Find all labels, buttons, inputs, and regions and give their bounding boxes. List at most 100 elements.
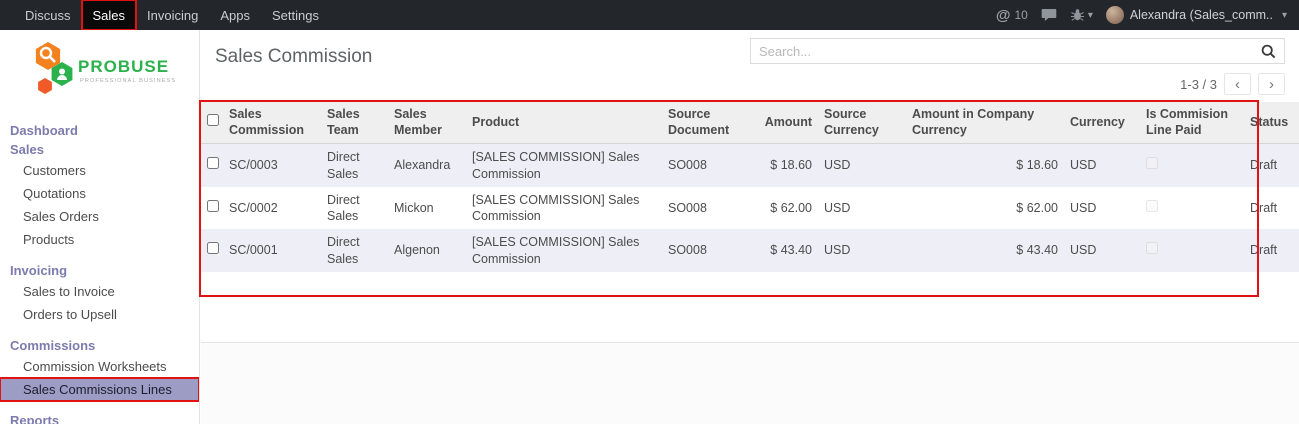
is-paid-checkbox: [1146, 157, 1158, 169]
content-bottom-area: [201, 342, 1299, 424]
sidebar: PROBUSE PROFESSIONAL BUSINESS Dashboard …: [0, 30, 200, 424]
cell-currency: USD: [1064, 229, 1140, 272]
pager-next-button[interactable]: ›: [1258, 73, 1285, 95]
cell-company-amount: $ 62.00: [906, 187, 1064, 230]
col-product[interactable]: Product: [466, 102, 662, 144]
cell-product: [SALES COMMISSION] Sales Commission: [466, 229, 662, 272]
cell-status: Draft: [1244, 229, 1299, 272]
cell-sales-member: Algenon: [388, 229, 466, 272]
cell-source-currency: USD: [818, 229, 906, 272]
cell-sales-commission: SC/0003: [223, 144, 321, 187]
cell-amount: $ 18.60: [758, 144, 818, 187]
cell-product: [SALES COMMISSION] Sales Commission: [466, 144, 662, 187]
menu-discuss[interactable]: Discuss: [14, 0, 82, 30]
cell-currency: USD: [1064, 187, 1140, 230]
cell-sales-member: Alexandra: [388, 144, 466, 187]
search-icon[interactable]: [1261, 44, 1276, 59]
sidebar-section-reports[interactable]: Reports: [0, 411, 199, 424]
main-content: Sales Commission 1-3 / 3 ‹ › Sale: [201, 30, 1299, 424]
table-row[interactable]: SC/0003 Direct Sales Alexandra [SALES CO…: [201, 144, 1299, 187]
cell-source-document: SO008: [662, 144, 758, 187]
row-select-checkbox[interactable]: [207, 242, 219, 254]
sidebar-item-quotations[interactable]: Quotations: [0, 182, 199, 205]
table-footer-space: [201, 272, 1299, 317]
cell-source-document: SO008: [662, 187, 758, 230]
col-status[interactable]: Status: [1244, 102, 1299, 144]
user-name: Alexandra (Sales_comm..: [1130, 8, 1273, 22]
select-all-checkbox[interactable]: [207, 114, 219, 126]
cell-source-document: SO008: [662, 229, 758, 272]
cell-sales-team: Direct Sales: [321, 187, 388, 230]
menu-sales[interactable]: Sales: [82, 0, 137, 30]
app-menus: Discuss Sales Invoicing Apps Settings: [0, 0, 330, 30]
cell-sales-commission: SC/0002: [223, 187, 321, 230]
control-panel: Sales Commission 1-3 / 3 ‹ ›: [201, 30, 1299, 95]
avatar: [1106, 6, 1124, 24]
activities-menu[interactable]: @ 10: [996, 7, 1028, 24]
sidebar-section-dashboard[interactable]: Dashboard: [0, 121, 199, 140]
cell-sales-member: Mickon: [388, 187, 466, 230]
col-sales-team[interactable]: Sales Team: [321, 102, 388, 144]
chevron-down-icon: ▾: [1282, 10, 1287, 21]
cell-status: Draft: [1244, 187, 1299, 230]
menu-invoicing[interactable]: Invoicing: [136, 0, 209, 30]
cell-sales-team: Direct Sales: [321, 144, 388, 187]
debug-bug-icon[interactable]: ▾: [1070, 8, 1093, 22]
cell-currency: USD: [1064, 144, 1140, 187]
sidebar-section-invoicing[interactable]: Invoicing: [0, 261, 199, 280]
mention-icon: @: [996, 7, 1011, 24]
sidebar-nav: Dashboard Sales Customers Quotations Sal…: [0, 121, 199, 424]
top-navbar: Discuss Sales Invoicing Apps Settings @ …: [0, 0, 1299, 30]
cell-source-currency: USD: [818, 144, 906, 187]
systray: @ 10 ▾ Alexandra (Sales_comm.. ▾: [996, 0, 1299, 30]
col-sales-member[interactable]: Sales Member: [388, 102, 466, 144]
search-input[interactable]: [759, 44, 1261, 59]
svg-text:PROFESSIONAL BUSINESS: PROFESSIONAL BUSINESS: [80, 78, 176, 84]
table-row[interactable]: SC/0001 Direct Sales Algenon [SALES COMM…: [201, 229, 1299, 272]
cell-company-amount: $ 18.60: [906, 144, 1064, 187]
pager-range: 1-3 / 3: [1180, 77, 1217, 92]
messages-icon[interactable]: [1041, 8, 1057, 22]
cell-source-currency: USD: [818, 187, 906, 230]
sidebar-section-sales[interactable]: Sales: [0, 140, 199, 159]
cell-company-amount: $ 43.40: [906, 229, 1064, 272]
is-paid-checkbox: [1146, 200, 1158, 212]
sidebar-item-sales-commissions-lines[interactable]: Sales Commissions Lines: [0, 378, 199, 401]
table-row[interactable]: SC/0002 Direct Sales Mickon [SALES COMMI…: [201, 187, 1299, 230]
col-source-document[interactable]: Source Document: [662, 102, 758, 144]
pager-previous-button[interactable]: ‹: [1224, 73, 1251, 95]
user-menu[interactable]: Alexandra (Sales_comm.. ▾: [1106, 6, 1287, 24]
sidebar-item-orders-to-upsell[interactable]: Orders to Upsell: [0, 303, 199, 326]
col-amount[interactable]: Amount: [758, 102, 818, 144]
sidebar-item-customers[interactable]: Customers: [0, 159, 199, 182]
select-all-cell: [201, 102, 223, 144]
col-sales-commission[interactable]: Sales Commission: [223, 102, 321, 144]
col-currency[interactable]: Currency: [1064, 102, 1140, 144]
company-logo: PROBUSE PROFESSIONAL BUSINESS: [0, 30, 199, 103]
cell-amount: $ 62.00: [758, 187, 818, 230]
menu-apps[interactable]: Apps: [209, 0, 261, 30]
row-select-checkbox[interactable]: [207, 200, 219, 212]
page-title: Sales Commission: [215, 46, 372, 95]
activity-count: 10: [1014, 8, 1027, 22]
sidebar-item-sales-orders[interactable]: Sales Orders: [0, 205, 199, 228]
col-amount-company-currency[interactable]: Amount in Company Currency: [906, 102, 1064, 144]
svg-text:PROBUSE: PROBUSE: [78, 57, 169, 76]
sidebar-item-products[interactable]: Products: [0, 228, 199, 251]
cell-product: [SALES COMMISSION] Sales Commission: [466, 187, 662, 230]
menu-settings[interactable]: Settings: [261, 0, 330, 30]
sidebar-section-commissions[interactable]: Commissions: [0, 336, 199, 355]
table-header-row: Sales Commission Sales Team Sales Member…: [201, 102, 1299, 144]
sidebar-item-commission-worksheets[interactable]: Commission Worksheets: [0, 355, 199, 378]
cell-status: Draft: [1244, 144, 1299, 187]
col-is-commission-line-paid[interactable]: Is Commision Line Paid: [1140, 102, 1244, 144]
cell-amount: $ 43.40: [758, 229, 818, 272]
row-select-checkbox[interactable]: [207, 157, 219, 169]
cell-sales-team: Direct Sales: [321, 229, 388, 272]
pager: 1-3 / 3 ‹ ›: [1180, 73, 1285, 95]
search-box: [750, 38, 1285, 64]
logo-hexagon-red: [38, 78, 52, 94]
sidebar-item-sales-to-invoice[interactable]: Sales to Invoice: [0, 280, 199, 303]
col-source-currency[interactable]: Source Currency: [818, 102, 906, 144]
chevron-down-icon: ▾: [1088, 10, 1093, 21]
